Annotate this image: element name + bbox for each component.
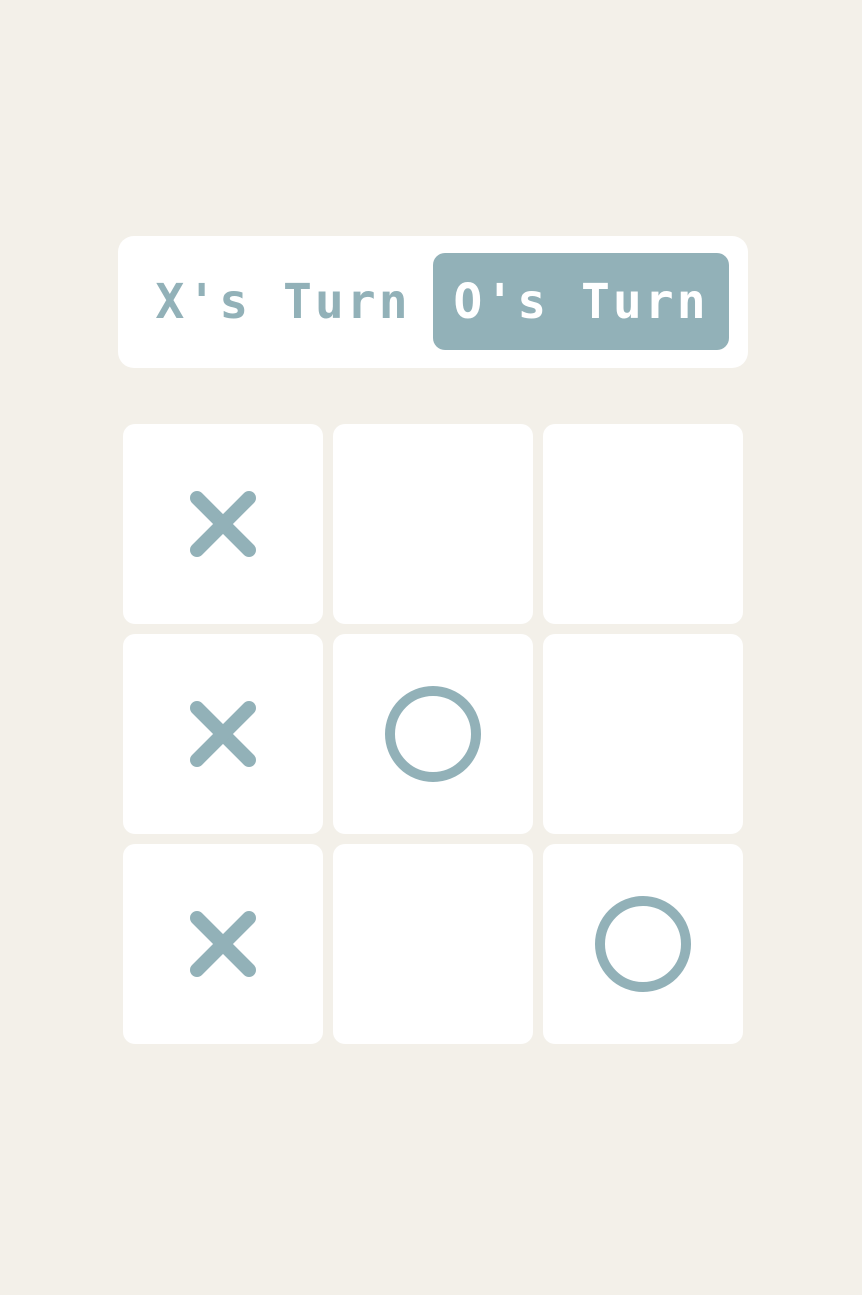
turn-indicator: X's Turn O's Turn xyxy=(118,236,748,368)
x-turn-tab[interactable]: X's Turn xyxy=(135,253,431,350)
board-cell-8[interactable] xyxy=(333,844,533,1044)
x-mark-icon xyxy=(187,488,259,560)
board-cell-1[interactable] xyxy=(123,424,323,624)
board-cell-7[interactable] xyxy=(123,844,323,1044)
board-cell-4[interactable] xyxy=(123,634,323,834)
x-mark-icon xyxy=(187,698,259,770)
x-mark-icon xyxy=(187,908,259,980)
o-turn-tab[interactable]: O's Turn xyxy=(433,253,729,350)
o-mark-icon xyxy=(383,684,483,784)
board-cell-3[interactable] xyxy=(543,424,743,624)
game-board xyxy=(123,424,743,1044)
o-mark-icon xyxy=(593,894,693,994)
board-cell-6[interactable] xyxy=(543,634,743,834)
board-cell-9[interactable] xyxy=(543,844,743,1044)
board-cell-5[interactable] xyxy=(333,634,533,834)
board-cell-2[interactable] xyxy=(333,424,533,624)
